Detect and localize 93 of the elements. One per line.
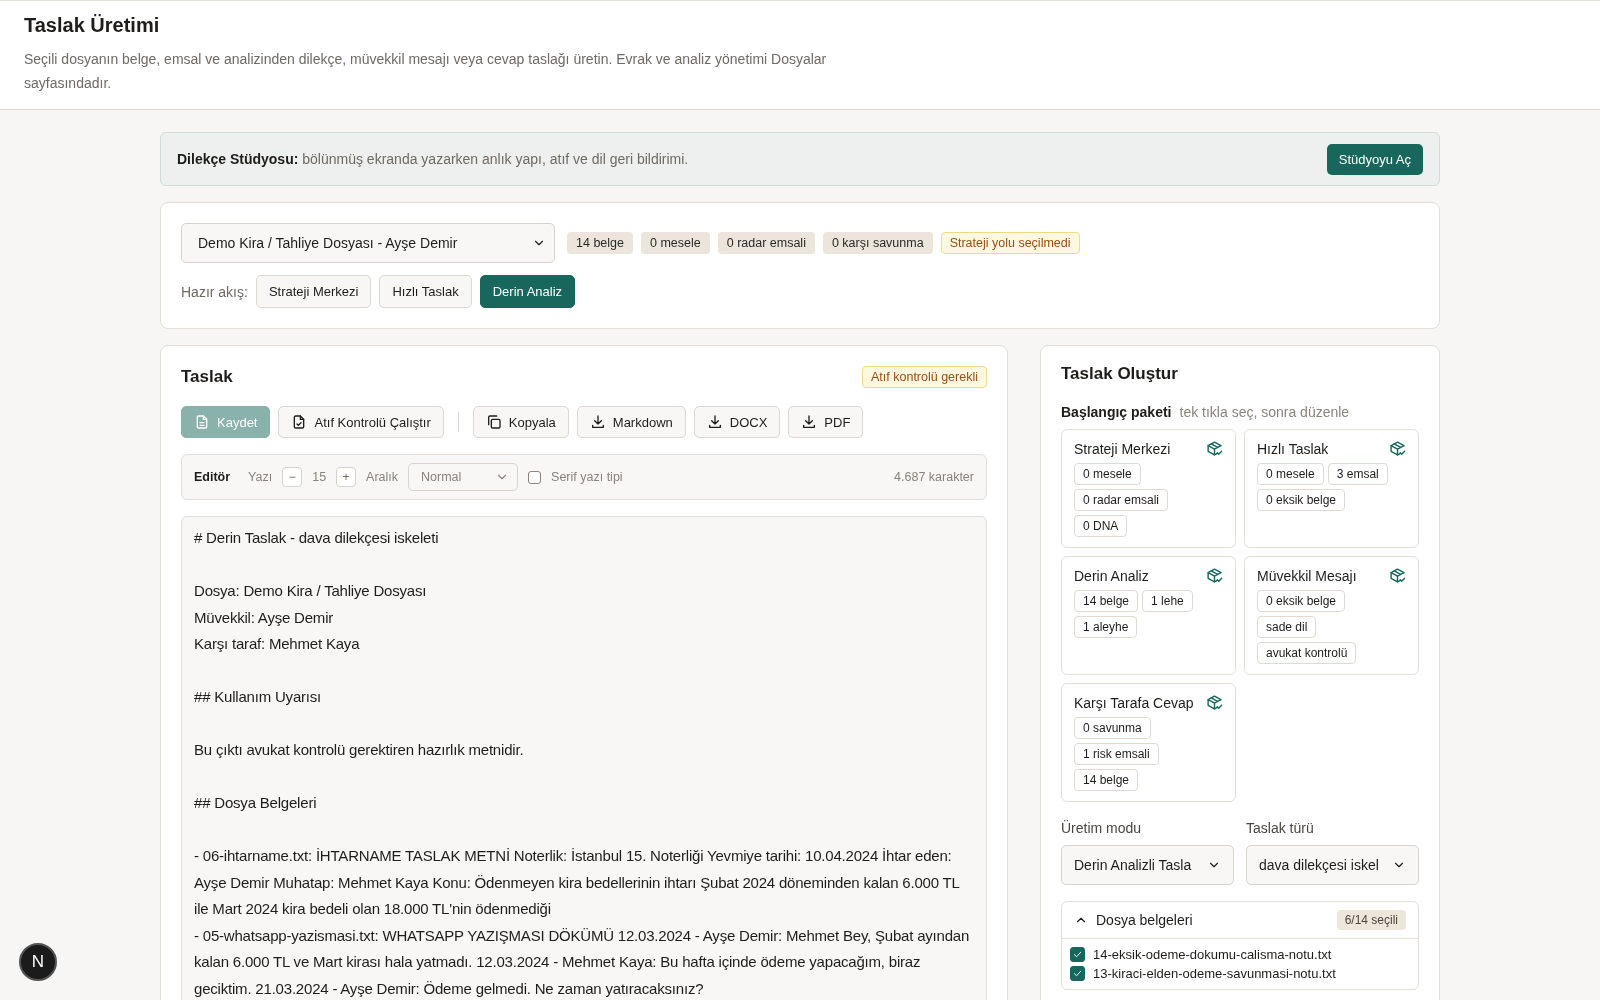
decrease-button[interactable]: − [282,467,303,487]
warning-badge: Atıf kontrolü gerekli [862,366,987,388]
panel-title: Taslak [181,367,233,387]
pack-title: Hızlı Taslak [1257,440,1329,457]
pack-tag: 14 belge [1074,769,1139,791]
pack-tag: 3 emsal [1327,463,1388,485]
pack-tag: avukat kontrolü [1257,642,1357,664]
editor-line: - 06-ihtarname.txt: İHTARNAME TASLAK METNİ Noterlik: İstanbul 15. Noterliği Yevmiye tarihi: 10.04.2024 İhtar eden: Ayşe Demir Muhatap: Mehmet Kaya Konu: Ödenmeyen kira bedellerinin ihtarı Şubat 2024 döneminden kalan 6.000 TL ile Mart 2024 kira bedeli olan 18.000 TL'nin ödenmediği [194,846,961,919]
pack-tag: 0 savunma [1074,717,1151,739]
selection-count: 6/14 seçili [1336,910,1406,930]
draft-editor[interactable] [181,516,987,1000]
package-check-icon [1206,694,1223,711]
starter-pack-card[interactable]: Derin Analiz 14 belge 1 lehe 1 aleyhe [1061,556,1236,675]
count-badge: 0 karşı savunma [822,232,933,254]
toolbar-button[interactable]: Kopyala [472,406,569,438]
pack-tag: 1 risk emsali [1074,743,1159,765]
starter-pack-card[interactable]: Strateji Merkezi 0 mesele 0 radar emsali 0 DNA [1061,429,1236,548]
file-checkbox[interactable] [1070,966,1085,981]
spacing-label: Aralık [366,470,399,484]
flow-button[interactable]: Hızlı Taslak [379,275,472,308]
field-label: Taslak türü [1246,820,1315,836]
pack-title: Strateji Merkezi [1074,440,1171,457]
download-icon [801,414,818,430]
check-icon [1072,968,1083,979]
warning-badge: Strateji yolu seçilmedi [940,232,1080,254]
case-select[interactable]: Demo Kira / Tahliye Dosyası - Ayşe Demir [181,223,555,263]
pack-tag: 0 mesele [1074,463,1141,485]
document-icon [194,414,210,430]
count-badge: 14 belge [567,232,633,254]
section-hint: tek tıkla seç, sonra düzenle [1179,404,1350,420]
spacing-select[interactable]: Normal [408,463,519,491]
file-name: 13-kiraci-elden-odeme-savunmasi-notu.txt [1093,966,1336,981]
open-studio-button[interactable]: Stüdyoyu Aç [1326,143,1423,175]
starter-pack-card[interactable]: Karşı Tarafa Cevap 0 savunma 1 risk emsali 14 belge [1061,683,1236,802]
editor-line: - 05-whatsapp-yazismasi.txt: WHATSAPP YAZIŞMASI DÖKÜMÜ 12.03.2024 - Ayşe Demir: Mehmet Bey, Şubat ayından kalan 6.000 TL ve Mart kirası hala yatmadı. 12.03.2024 - Mehmet Kaya: Bu hafta içinde ödeme yapacağım, biraz geciktim. 21.03.2024 - Ayşe Demir: Ödeme gelmedi. Ne zaman yatıracaksınız? [194,925,971,999]
toolbar-button[interactable]: DOCX [693,406,781,438]
package-check-icon [1389,440,1406,457]
pack-tag: 0 mesele [1257,463,1324,485]
count-badge: 0 mesele [640,232,710,254]
editor-line: Bu çıktı avukat kontrolü gerektiren hazırlık metnidir. [194,740,525,760]
font-size-label: Yazı [248,470,273,484]
font-size-value: 15 [312,470,327,484]
pack-tag: 0 eksik belge [1257,489,1346,511]
pack-tag: sade dil [1257,616,1317,638]
field-label: Üretim modu [1061,820,1143,836]
file-checkbox[interactable] [1070,947,1085,962]
section-label: Başlangıç paketi [1061,404,1172,420]
increase-button[interactable]: + [336,467,357,487]
pack-tag: 0 radar emsali [1074,489,1169,511]
editor-line: ## Dosya Belgeleri [194,793,318,813]
count-badge: 0 radar emsali [717,232,815,254]
pack-title: Müvekkil Mesajı [1257,567,1357,584]
dev-badge[interactable]: N [19,943,57,981]
editor-line: ## Kullanım Uyarısı [194,687,323,707]
pack-tag: 14 belge [1074,590,1139,612]
flow-button[interactable]: Derin Analiz [479,275,576,308]
editor-line: Karşı taraf: Mehmet Kaya [194,634,361,654]
copy-icon [485,414,502,430]
package-check-icon [1206,440,1223,457]
pack-title: Derin Analiz [1074,567,1149,584]
character-count: 4.687 karakter [894,470,974,484]
serif-label: Serif yazı tipi [551,470,623,484]
flow-button[interactable]: Strateji Merkezi [255,275,372,308]
documents-header[interactable]: Dosya belgeleri 6/14 seçili [1062,902,1418,939]
check-icon [1072,949,1083,960]
editor-label: Editör [194,470,231,484]
editor-line: # Derin Taslak - dava dilekçesi iskeleti [194,528,440,548]
download-icon [706,414,723,430]
toolbar-button[interactable]: PDF [788,406,864,438]
toolbar-button[interactable]: Markdown [576,406,686,438]
file-name: 14-eksik-odeme-dokumu-calisma-notu.txt [1093,947,1332,962]
starter-pack-card[interactable]: Hızlı Taslak 0 mesele 3 emsal 0 eksik belge [1244,429,1419,548]
section-title: Dosya belgeleri [1096,912,1193,928]
editor-line: Dosya: Demo Kira / Tahliye Dosyası [194,581,428,601]
banner-text: Dilekçe Stüdyosu: bölünmüş ekranda yazarken anlık yapı, atıf ve dil geri bildirimi. [177,151,689,167]
panel-title: Taslak Oluştur [1061,364,1179,384]
serif-checkbox[interactable] [528,470,542,484]
download-icon [589,414,606,430]
dropdown-field[interactable]: dava dilekçesi iskel [1246,845,1419,885]
pack-title: Karşı Tarafa Cevap [1074,694,1194,711]
starter-pack-card[interactable]: Müvekkil Mesajı 0 eksik belge sade dil avukat kontrolü [1244,556,1419,675]
package-check-icon [1389,567,1406,584]
flow-label: Hazır akış: [181,283,248,300]
dropdown-field[interactable]: Derin Analizli Tasla [1061,845,1234,885]
editor-line: Müvekkil: Ayşe Demir [194,607,335,628]
pack-tag: 1 aleyhe [1074,616,1138,638]
pack-tag: 1 lehe [1142,590,1193,612]
pack-tag: 0 DNA [1074,515,1128,537]
toolbar-button[interactable]: Atıf Kontrolü Çalıştır [278,406,444,438]
package-check-icon [1206,567,1223,584]
pack-tag: 0 eksik belge [1257,590,1346,612]
page-title: Taslak Üretimi [24,14,161,37]
page-description: Seçili dosyanın belge, emsal ve analizinden dilekçe, müvekkil mesajı veya cevap taslağı üretin. Evrak ve analiz yönetimi Dosyalar sayfasındadır. [24,50,828,93]
